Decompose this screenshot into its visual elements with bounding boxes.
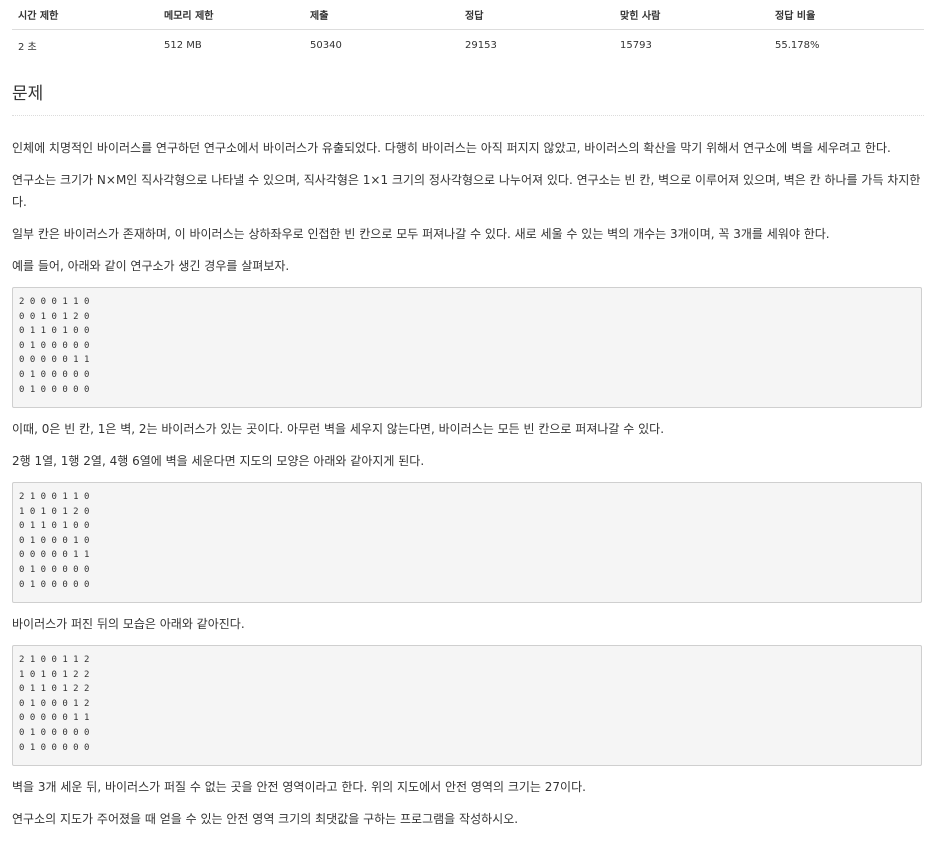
problem-description: 인체에 치명적인 바이러스를 연구하던 연구소에서 바이러스가 유출되었다. 다…	[12, 137, 924, 830]
solvers-value: 15793	[620, 39, 652, 51]
problem-section: 문제	[12, 82, 924, 116]
memory-limit-header: 메모리 제한	[158, 0, 304, 30]
description-paragraph: 연구소의 지도가 주어졌을 때 얻을 수 있는 안전 영역 크기의 최댓값을 구…	[12, 812, 519, 826]
problem-info-table: 시간 제한 메모리 제한 제출 정답 맞힌 사람 정답 비율 2 초 512 M…	[12, 0, 924, 60]
time-limit-header: 시간 제한	[12, 0, 158, 30]
memory-limit-value: 512 MB	[164, 39, 202, 51]
description-paragraph: 인체에 치명적인 바이러스를 연구하던 연구소에서 바이러스가 유출되었다. 다…	[12, 141, 891, 155]
description-paragraph: 일부 칸은 바이러스가 존재하며, 이 바이러스는 상하좌우로 인접한 빈 칸으…	[12, 227, 830, 241]
section-title: 문제	[12, 82, 924, 116]
problem-page: 시간 제한 메모리 제한 제출 정답 맞힌 사람 정답 비율 2 초 512 M…	[12, 0, 924, 830]
description-paragraph: 예를 들어, 아래와 같이 연구소가 생긴 경우를 살펴보자.	[12, 259, 290, 273]
description-paragraph: 벽을 3개 세운 뒤, 바이러스가 퍼질 수 없는 곳을 안전 영역이라고 한다…	[12, 780, 586, 794]
example-map-with-walls: 2 1 0 0 1 1 0 1 0 1 0 1 2 0 0 1 1 0 1 0 …	[12, 482, 922, 603]
accepted-header: 정답	[459, 0, 614, 30]
accept-ratio-header: 정답 비율	[769, 0, 924, 30]
submissions-value: 50340	[310, 39, 342, 51]
table-row: 2 초 512 MB 50340 29153 15793 55.178%	[12, 30, 924, 61]
accepted-value: 29153	[465, 39, 497, 51]
table-header-row: 시간 제한 메모리 제한 제출 정답 맞힌 사람 정답 비율	[12, 0, 924, 30]
description-paragraph: 연구소는 크기가 N×M인 직사각형으로 나타낼 수 있으며, 직사각형은 1×…	[12, 173, 921, 209]
submissions-header: 제출	[304, 0, 459, 30]
description-paragraph: 바이러스가 퍼진 뒤의 모습은 아래와 같아진다.	[12, 617, 245, 631]
solvers-header: 맞힌 사람	[614, 0, 769, 30]
time-limit-value: 2 초	[18, 41, 37, 53]
description-paragraph: 2행 1열, 1행 2열, 4행 6열에 벽을 세운다면 지도의 모양은 아래와…	[12, 454, 425, 468]
description-paragraph: 이때, 0은 빈 칸, 1은 벽, 2는 바이러스가 있는 곳이다. 아무런 벽…	[12, 422, 665, 436]
example-map-initial: 2 0 0 0 1 1 0 0 0 1 0 1 2 0 0 1 1 0 1 0 …	[12, 287, 922, 408]
example-map-after-spread: 2 1 0 0 1 1 2 1 0 1 0 1 2 2 0 1 1 0 1 2 …	[12, 645, 922, 766]
accept-ratio-value: 55.178%	[775, 39, 820, 51]
